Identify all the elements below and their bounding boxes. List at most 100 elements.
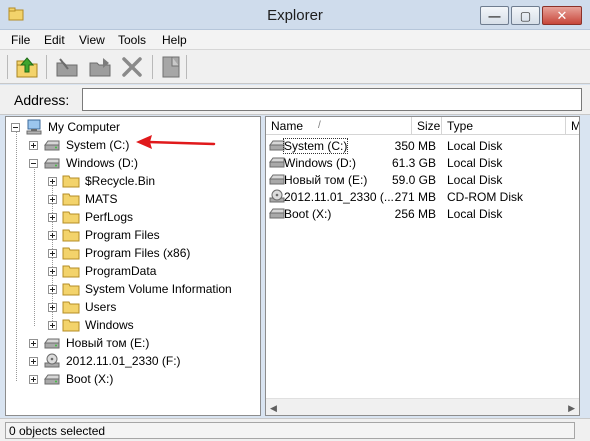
item-name: System (C:) [282,138,349,154]
expand-icon[interactable] [29,357,38,366]
close-button[interactable]: ✕ [542,6,582,25]
column-header-size[interactable]: Size [412,117,442,135]
folder-icon [62,247,80,260]
expand-icon[interactable] [48,321,57,330]
sort-indicator-icon: / [318,120,321,131]
computer-icon [26,119,42,135]
toolbar-separator [186,55,187,79]
folder-icon [62,211,80,224]
menu-file[interactable]: File [11,33,30,47]
copy-folder-icon[interactable] [87,54,113,80]
address-label: Address: [14,92,70,108]
item-size: 59.0 GB [391,173,436,187]
list-item[interactable]: System (C:) 350 MB Local Disk [266,137,579,154]
delete-icon[interactable] [119,54,145,80]
tree-node-folder[interactable]: ProgramData [6,262,256,280]
tree-label: Новый том (E:) [66,336,150,350]
list-item[interactable]: Новый том (E:) 59.0 GB Local Disk [266,171,579,188]
expand-icon[interactable] [48,177,57,186]
item-name: Windows (D:) [284,156,357,170]
tree-node-folder[interactable]: Windows [6,316,256,334]
up-folder-icon[interactable] [14,54,40,80]
tree-node-folder[interactable]: Program Files (x86) [6,244,256,262]
file-list[interactable]: Name / Size Type M System (C:) 350 MB Lo… [265,116,580,416]
folder-icon [62,319,80,332]
expand-icon[interactable] [48,303,57,312]
tree-label: Program Files [85,228,160,242]
item-type: Local Disk [447,139,503,153]
item-size: 350 MB [394,139,436,153]
expand-icon[interactable] [29,375,38,384]
tree-label: 2012.11.01_2330 (F:) [66,354,181,368]
list-item[interactable]: Windows (D:) 61.3 GB Local Disk [266,154,579,171]
menu-view[interactable]: View [79,33,105,47]
tree-node-folder[interactable]: System Volume Information [6,280,256,298]
list-item[interactable]: Boot (X:) 256 MB Local Disk [266,205,579,222]
menu-help[interactable]: Help [162,33,187,47]
folder-tree[interactable]: My Computer System (C:) Windows (D:) $Re… [5,116,261,416]
expand-icon[interactable] [29,339,38,348]
cut-folder-icon[interactable] [54,54,80,80]
expand-icon[interactable] [48,213,57,222]
title-bar: Explorer — ▢ ✕ [0,0,590,30]
tree-node-windows-d[interactable]: Windows (D:) [6,154,256,172]
folder-icon [62,229,80,242]
folder-icon [62,175,80,188]
tree-label: My Computer [48,120,121,134]
tree-node-folder[interactable]: Program Files [6,226,256,244]
toolbar-separator [46,55,47,79]
column-header-name[interactable]: Name / [266,117,412,135]
item-size: 61.3 GB [391,156,436,170]
expand-icon[interactable] [48,285,57,294]
folder-icon [62,265,80,278]
cdrom-icon [44,353,60,368]
scroll-right-icon[interactable]: ▶ [568,403,575,414]
tree-node-folder[interactable]: MATS [6,190,256,208]
tree-label: $Recycle.Bin [85,174,156,188]
tree-label: System Volume Information [85,282,232,296]
expand-icon[interactable] [48,231,57,240]
list-item[interactable]: 2012.11.01_2330 (... 271 MB CD-ROM Disk [266,188,579,205]
minimize-button[interactable]: — [480,6,509,25]
minimize-icon: — [488,9,501,23]
tree-label: MATS [85,192,118,206]
item-name: Boot (X:) [284,207,332,221]
tree-node-drive-f[interactable]: 2012.11.01_2330 (F:) [6,352,256,370]
maximize-button[interactable]: ▢ [511,6,540,25]
item-type: Local Disk [447,207,503,221]
column-header-type[interactable]: Type [442,117,566,135]
tree-node-drive-e[interactable]: Новый том (E:) [6,334,256,352]
item-size: 256 MB [394,207,436,221]
tree-label: Windows (D:) [66,156,139,170]
tree-node-folder[interactable]: $Recycle.Bin [6,172,256,190]
tree-node-system-c[interactable]: System (C:) [6,136,256,154]
expand-icon[interactable] [48,267,57,276]
maximize-icon: ▢ [519,9,532,23]
horizontal-scrollbar[interactable]: ◀ ▶ [266,398,579,415]
tree-node-folder[interactable]: PerfLogs [6,208,256,226]
tree-node-drive-x[interactable]: Boot (X:) [6,370,256,388]
expand-icon[interactable] [29,141,38,150]
collapse-icon[interactable] [29,159,38,168]
expand-icon[interactable] [48,249,57,258]
item-type: Local Disk [447,156,503,170]
menu-tools[interactable]: Tools [118,33,146,47]
toolbar [0,50,590,84]
tree-label: Windows [85,318,134,332]
properties-icon[interactable] [158,54,184,80]
collapse-icon[interactable] [11,123,20,132]
scroll-left-icon[interactable]: ◀ [270,403,277,414]
tree-label: ProgramData [85,264,157,278]
address-input[interactable] [82,88,582,111]
tree-node-my-computer[interactable]: My Computer [6,118,256,136]
drive-icon [44,158,60,169]
explorer-window: Explorer — ▢ ✕ File Edit View Tools Help [0,0,590,441]
column-header-modified[interactable]: M [566,117,579,135]
status-text: 0 objects selected [5,422,575,439]
tree-label: Boot (X:) [66,372,114,386]
tree-node-folder[interactable]: Users [6,298,256,316]
status-bar: 0 objects selected [0,418,590,441]
item-name: Новый том (E:) [284,173,368,187]
menu-edit[interactable]: Edit [44,33,65,47]
expand-icon[interactable] [48,195,57,204]
